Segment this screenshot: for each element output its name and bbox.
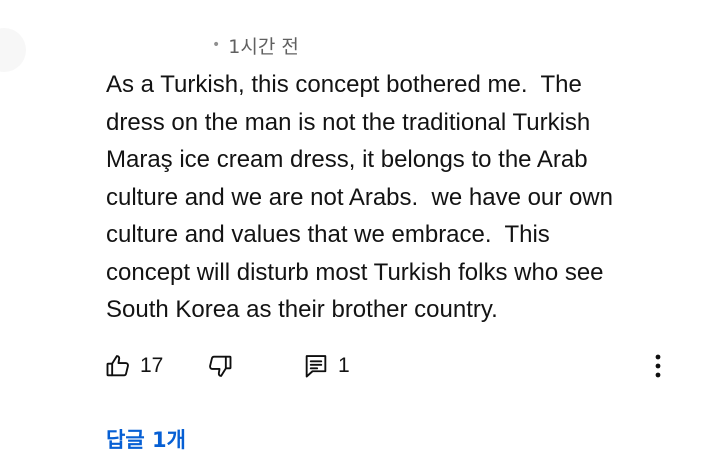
comment-line: dress on the man is not the traditional …	[106, 108, 591, 136]
view-replies-link[interactable]: 답글 1개	[106, 424, 186, 454]
comment-text: As a Turkish, this concept bothered me. …	[106, 66, 676, 329]
comment-action-bar: 17 1	[104, 346, 674, 386]
more-options-button[interactable]	[644, 346, 672, 386]
more-vertical-icon[interactable]	[654, 352, 662, 380]
comment-line: South Korea as their brother country.	[106, 296, 498, 323]
like-count: 17	[140, 354, 164, 377]
reply-button[interactable]: 1	[302, 346, 350, 386]
comment-icon[interactable]	[302, 352, 330, 380]
reply-count: 1	[338, 354, 350, 377]
avatar[interactable]	[0, 28, 26, 72]
comment-line: concept will disturb most Turkish folks …	[106, 258, 604, 286]
comment-line: culture and values that we embrace. This	[106, 221, 550, 248]
like-button[interactable]: 17	[104, 346, 163, 386]
comment-timestamp: 1시간 전	[228, 35, 299, 58]
comment-line: Maraş ice cream dress, it belongs to the…	[106, 146, 588, 173]
thumbs-up-icon[interactable]	[104, 352, 132, 380]
comment-line: As a Turkish, this concept bothered me. …	[106, 71, 582, 98]
comment-line: culture and we are not Arabs. we have ou…	[106, 183, 613, 211]
separator-dot: •	[212, 37, 221, 53]
comment-header: • 1시간 전	[212, 30, 299, 60]
thumbs-down-icon[interactable]	[206, 352, 234, 380]
dislike-button[interactable]	[206, 346, 234, 386]
